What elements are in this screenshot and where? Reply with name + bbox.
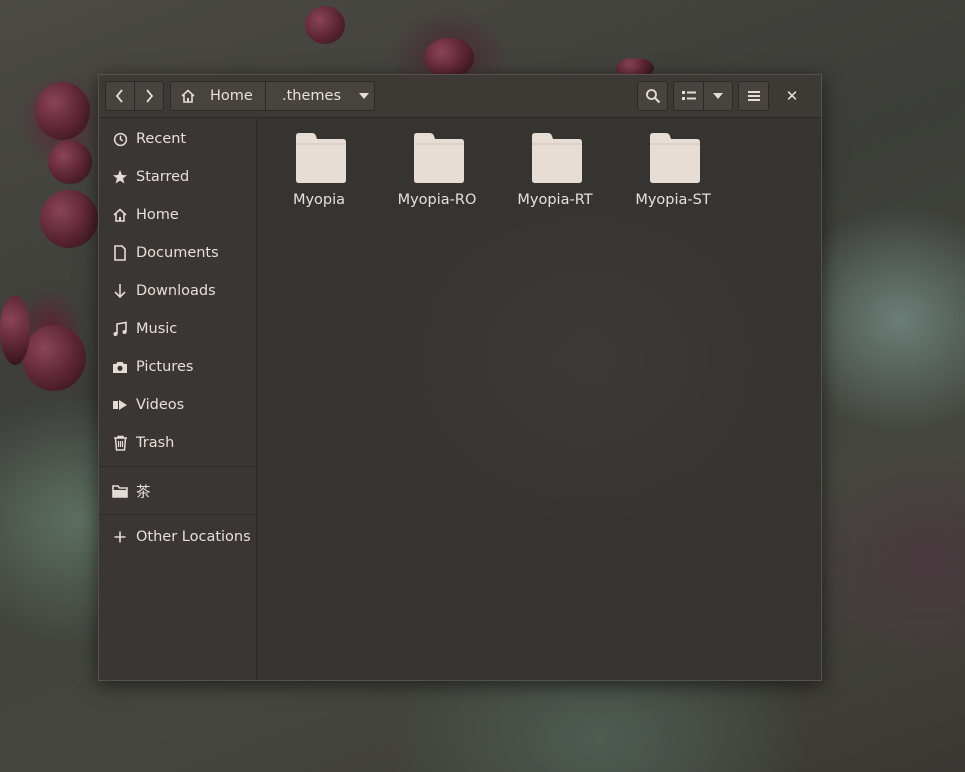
sidebar-item-documents[interactable]: Documents bbox=[99, 234, 256, 272]
sidebar-item-downloads[interactable]: Downloads bbox=[99, 272, 256, 310]
sidebar-item-other-locations[interactable]: Other Locations bbox=[99, 518, 256, 556]
folder-name: Myopia-RT bbox=[517, 192, 593, 208]
hamburger-menu-icon bbox=[747, 91, 760, 101]
path-bar: Home .themes bbox=[170, 81, 375, 111]
folder-item[interactable]: Myopia-RO bbox=[378, 130, 496, 220]
folder-icon bbox=[112, 483, 128, 499]
clock-icon bbox=[112, 131, 128, 147]
wallpaper-berry bbox=[40, 190, 98, 248]
menu-button[interactable] bbox=[738, 81, 769, 111]
sidebar-item-label: Other Locations bbox=[136, 529, 251, 545]
sidebar-item-label: Home bbox=[136, 207, 179, 223]
folder-name: Myopia-RO bbox=[397, 192, 477, 208]
sidebar-item-label: Videos bbox=[136, 397, 185, 413]
folder-item[interactable]: Myopia-ST bbox=[614, 130, 732, 220]
back-button[interactable] bbox=[105, 81, 135, 111]
folder-icon bbox=[532, 133, 582, 183]
header-bar: Home .themes ✕ bbox=[99, 75, 821, 118]
close-icon: ✕ bbox=[785, 87, 799, 105]
sidebar-item-label: Recent bbox=[136, 131, 187, 147]
folder-icon bbox=[650, 133, 700, 183]
sidebar-item-label: Trash bbox=[136, 435, 175, 451]
wallpaper-berry bbox=[305, 6, 345, 44]
sidebar-item-label: Documents bbox=[136, 245, 219, 261]
sidebar: Recent Starred Home Documents Downloads … bbox=[99, 118, 257, 680]
sidebar-item-label: Downloads bbox=[136, 283, 216, 299]
path-home-label: Home bbox=[210, 88, 253, 104]
sidebar-item-videos[interactable]: Videos bbox=[99, 386, 256, 424]
video-icon bbox=[112, 397, 128, 413]
folder-item[interactable]: Myopia-RT bbox=[496, 130, 614, 220]
music-icon bbox=[112, 321, 128, 337]
folder-name: Myopia bbox=[292, 192, 346, 208]
wallpaper-berry bbox=[424, 38, 474, 78]
sidebar-separator bbox=[99, 466, 256, 467]
list-view-icon bbox=[681, 91, 696, 100]
sidebar-item-home[interactable]: Home bbox=[99, 196, 256, 234]
home-icon bbox=[112, 207, 128, 223]
folder-item[interactable]: Myopia bbox=[260, 130, 378, 220]
sidebar-item-label: Music bbox=[136, 321, 178, 337]
sidebar-separator bbox=[99, 514, 256, 515]
camera-icon bbox=[112, 359, 128, 375]
caret-down-icon bbox=[713, 93, 723, 99]
search-button[interactable] bbox=[637, 81, 668, 111]
chevron-right-icon bbox=[146, 89, 154, 103]
path-current-button[interactable]: .themes bbox=[266, 82, 374, 110]
chevron-left-icon bbox=[115, 89, 123, 103]
star-icon bbox=[112, 169, 128, 185]
navigation-buttons bbox=[105, 81, 164, 111]
plus-icon bbox=[112, 529, 128, 545]
folder-icon bbox=[296, 133, 346, 183]
forward-button[interactable] bbox=[134, 81, 164, 111]
path-home-button[interactable]: Home bbox=[171, 82, 266, 110]
wallpaper-berry bbox=[48, 140, 92, 184]
path-current-label: .themes bbox=[282, 88, 342, 104]
document-icon bbox=[112, 245, 128, 261]
folder-icon bbox=[414, 133, 464, 183]
sidebar-item-trash[interactable]: Trash bbox=[99, 424, 256, 462]
wallpaper-berry bbox=[35, 82, 90, 140]
sidebar-item-bookmark[interactable]: 茶 bbox=[99, 472, 256, 510]
sidebar-item-label: Starred bbox=[136, 169, 190, 185]
wallpaper-berry bbox=[0, 295, 30, 365]
sidebar-item-label: 茶 bbox=[136, 484, 151, 501]
sidebar-item-starred[interactable]: Starred bbox=[99, 158, 256, 196]
wallpaper-berry bbox=[22, 325, 86, 391]
sidebar-item-recent[interactable]: Recent bbox=[99, 120, 256, 158]
home-icon bbox=[181, 89, 195, 103]
close-button[interactable]: ✕ bbox=[783, 87, 801, 105]
file-manager-window: Home .themes ✕ Recent Starred Home Docum… bbox=[98, 74, 822, 681]
folder-name: Myopia-ST bbox=[635, 192, 711, 208]
sidebar-item-pictures[interactable]: Pictures bbox=[99, 348, 256, 386]
sidebar-item-label: Pictures bbox=[136, 359, 194, 375]
download-icon bbox=[112, 283, 128, 299]
trash-icon bbox=[112, 435, 128, 451]
view-toggle-button[interactable] bbox=[673, 81, 704, 111]
sidebar-item-music[interactable]: Music bbox=[99, 310, 256, 348]
search-icon bbox=[645, 89, 660, 104]
view-options-button[interactable] bbox=[703, 81, 733, 111]
caret-down-icon bbox=[359, 93, 370, 99]
file-view: Myopia Myopia-RO Myopia-RT Myopia-ST bbox=[257, 118, 821, 680]
